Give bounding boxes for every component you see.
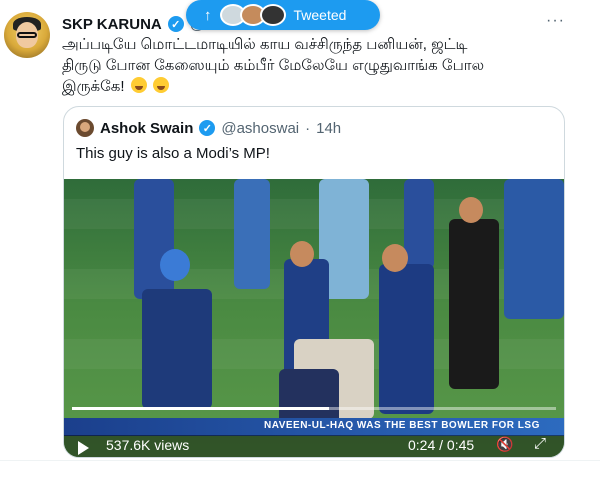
quoted-tweet-text: This guy is also a Modi’s MP!: [76, 145, 270, 162]
player-head: [290, 241, 314, 267]
player-figure: [379, 264, 434, 414]
quoted-tweet-header: Ashok Swain ✓ @ashoswai · 14h: [76, 119, 341, 137]
weary-face-emoji: [152, 77, 169, 93]
pill-avatar: [259, 4, 286, 26]
quoted-author-avatar: [76, 119, 94, 137]
player-figure: [134, 179, 174, 299]
tweet: SKP KARUNA ✓ @ ··· ↑ Tweeted அப்படியே மொ…: [0, 0, 600, 460]
player-head: [382, 244, 408, 272]
author-name[interactable]: SKP KARUNA: [62, 16, 162, 33]
play-icon[interactable]: [78, 441, 89, 455]
verified-badge-icon: ✓: [167, 16, 184, 32]
quoted-author-name: Ashok Swain: [100, 119, 194, 137]
author-avatar[interactable]: [4, 12, 50, 58]
video-progress-fill: [72, 407, 329, 410]
video-views: 537.6K views: [106, 437, 190, 453]
turban: [160, 249, 190, 281]
dot-separator: ·: [305, 119, 311, 137]
tweet-header: SKP KARUNA ✓ @: [62, 13, 205, 35]
tweet-text-line: அப்படியே மொட்டமாடியில் காய வச்சிருந்த பன…: [62, 36, 468, 53]
tweeted-pill[interactable]: ↑ Tweeted: [186, 0, 380, 30]
mute-icon[interactable]: 🔇: [496, 436, 513, 453]
tweet-text-line: இருக்கே!: [62, 76, 562, 97]
more-options-icon[interactable]: ···: [546, 12, 565, 30]
avatar-glasses: [17, 32, 37, 38]
player-figure: [449, 219, 499, 389]
player-head: [459, 197, 483, 223]
weary-face-emoji: [130, 77, 147, 93]
pill-label: Tweeted: [293, 7, 347, 23]
arrow-up-icon: ↑: [204, 6, 212, 24]
quoted-author-handle: @ashoswai: [221, 119, 300, 137]
quoted-time: 14h: [316, 119, 342, 137]
video-time: 0:24 / 0:45: [408, 437, 475, 453]
divider: [0, 460, 600, 461]
tweet-text-line-3: இருக்கே!: [62, 78, 125, 95]
fullscreen-icon[interactable]: ⤢: [534, 435, 546, 452]
player-figure: [234, 179, 270, 289]
video-player[interactable]: NAVEEN-UL-HAQ WAS THE BEST BOWLER FOR LS…: [64, 179, 564, 457]
quoted-tweet[interactable]: Ashok Swain ✓ @ashoswai · 14h This guy i…: [63, 106, 565, 458]
player-figure: [404, 179, 434, 269]
player-figure: [142, 289, 212, 409]
tweet-text-line: திருடு போன கேஸையும் கம்பீர் மேலேயே எழுது…: [62, 57, 485, 74]
verified-badge-icon: ✓: [199, 120, 216, 136]
player-figure: [504, 179, 564, 319]
tweet-text: அப்படியே மொட்டமாடியில் காய வச்சிருந்த பன…: [62, 34, 562, 97]
boundary-board-text: NAVEEN-UL-HAQ WAS THE BEST BOWLER FOR LS…: [264, 420, 540, 431]
